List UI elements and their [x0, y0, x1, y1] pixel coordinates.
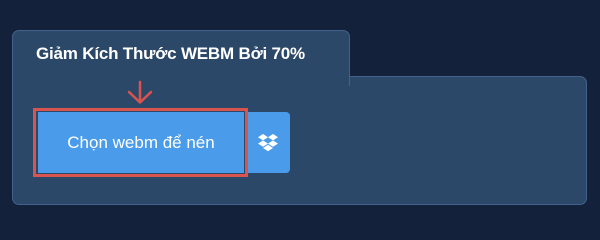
tab-title: Giảm Kích Thước WEBM Bởi 70%: [36, 44, 305, 63]
choose-file-button-label: Chọn webm để nén: [67, 132, 215, 152]
choose-file-button[interactable]: Chọn webm để nén: [38, 112, 244, 173]
dropbox-button[interactable]: [246, 112, 290, 173]
dropbox-icon: [258, 133, 278, 151]
arrow-down-icon: [127, 80, 153, 104]
